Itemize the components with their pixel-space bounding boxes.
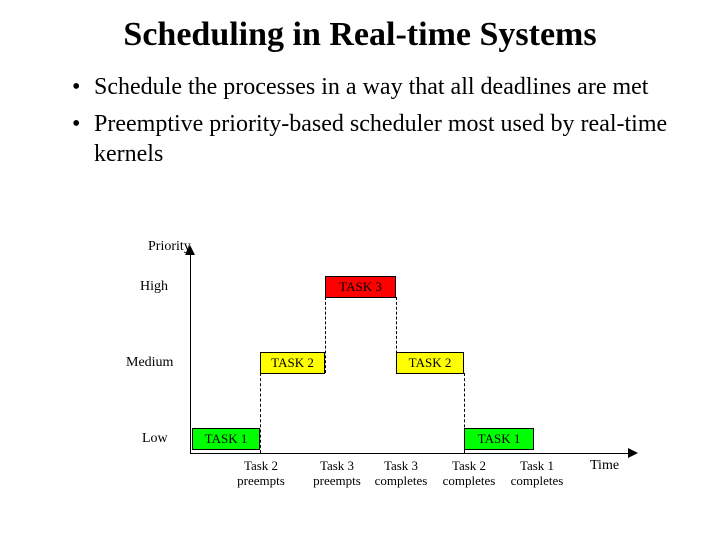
task1-segment-1: TASK 1	[192, 428, 260, 450]
task2-segment-1: TASK 2	[260, 352, 325, 374]
event-line2: completes	[511, 473, 564, 488]
task1-segment-2: TASK 1	[464, 428, 534, 450]
priority-low-label: Low	[142, 431, 168, 447]
x-axis	[190, 453, 630, 454]
x-axis-label: Time	[590, 458, 619, 474]
event-line1: Task 3	[384, 458, 418, 473]
event-line1: Task 2	[244, 458, 278, 473]
task3-segment: TASK 3	[325, 276, 396, 298]
guide-line	[325, 297, 326, 373]
event-line1: Task 2	[452, 458, 486, 473]
task2-segment-2: TASK 2	[396, 352, 464, 374]
priority-high-label: High	[140, 279, 168, 295]
event-line1: Task 1	[520, 458, 554, 473]
event-anno: Task 1 completes	[504, 459, 570, 489]
event-line2: preempts	[313, 473, 361, 488]
guide-line	[260, 373, 261, 453]
bullet-item: Preemptive priority-based scheduler most…	[72, 109, 672, 170]
page-title: Scheduling in Real-time Systems	[0, 0, 720, 54]
y-axis	[190, 251, 191, 453]
event-line2: completes	[443, 473, 496, 488]
event-line2: preempts	[237, 473, 285, 488]
arrow-up-icon	[185, 245, 195, 255]
event-line2: completes	[375, 473, 428, 488]
priority-medium-label: Medium	[126, 355, 173, 371]
bullet-item: Schedule the processes in a way that all…	[72, 72, 672, 103]
arrow-right-icon	[628, 448, 638, 458]
bullet-list: Schedule the processes in a way that all…	[0, 54, 720, 170]
priority-diagram: Priority High Medium Low TASK 1 TASK 2 T…	[120, 245, 680, 525]
event-anno: Task 3 preempts	[304, 459, 370, 489]
event-anno: Task 3 completes	[368, 459, 434, 489]
event-line1: Task 3	[320, 458, 354, 473]
event-anno: Task 2 completes	[436, 459, 502, 489]
event-anno: Task 2 preempts	[228, 459, 294, 489]
